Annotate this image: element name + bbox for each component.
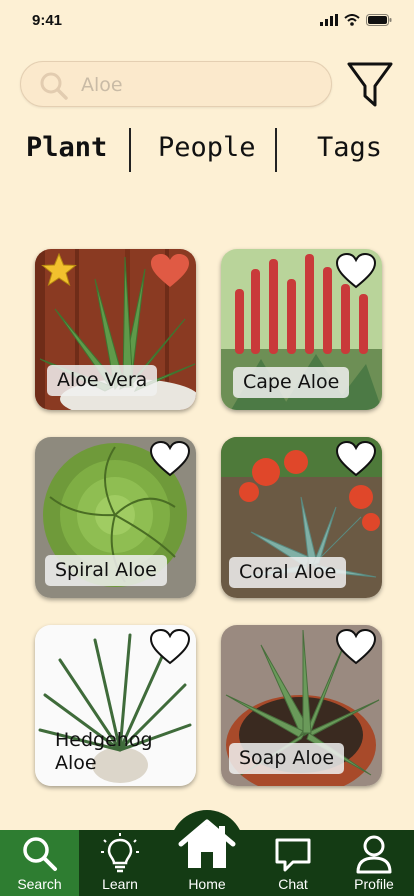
heart-icon-filled[interactable]: [150, 253, 190, 289]
wifi-icon: [344, 14, 360, 26]
search-input[interactable]: [81, 71, 321, 99]
heart-icon[interactable]: [336, 253, 376, 289]
tab-plant[interactable]: Plant: [26, 132, 107, 163]
tab-tags[interactable]: Tags: [317, 132, 382, 163]
nav-learn-label: Learn: [102, 876, 138, 892]
plant-card-cape-aloe[interactable]: Cape Aloe: [221, 249, 382, 410]
plant-card-soap-aloe[interactable]: Soap Aloe: [221, 625, 382, 786]
heart-icon[interactable]: [150, 629, 190, 665]
status-time: 9:41: [32, 12, 63, 29]
lightbulb-icon: [101, 833, 139, 873]
nav-learn[interactable]: Learn: [79, 830, 161, 896]
nav-search[interactable]: Search: [0, 830, 79, 896]
profile-icon: [356, 835, 392, 874]
plant-name: Soap Aloe: [229, 743, 345, 774]
plant-name: Spiral Aloe: [45, 555, 167, 586]
heart-icon[interactable]: [336, 629, 376, 665]
heart-icon[interactable]: [150, 441, 190, 477]
plant-name: Aloe Vera: [47, 365, 158, 396]
category-tabs: Plant People Tags: [0, 128, 414, 174]
search-icon: [40, 72, 68, 100]
nav-home[interactable]: Home: [166, 819, 248, 896]
search-bar[interactable]: [20, 61, 332, 107]
plant-name: Coral Aloe: [229, 557, 347, 588]
search-icon: [22, 837, 57, 871]
status-bar: 9:41: [0, 0, 414, 44]
tab-people[interactable]: People: [158, 132, 256, 163]
nav-search-label: Search: [17, 876, 62, 892]
home-icon: [178, 819, 236, 868]
filter-icon[interactable]: [346, 60, 394, 110]
plant-card-hedgehog-aloe[interactable]: Hedgehog Aloe: [35, 625, 196, 786]
chat-icon: [275, 838, 311, 872]
nav-profile[interactable]: Profile: [334, 830, 414, 896]
signal-icon: [320, 14, 338, 26]
nav-chat-label: Chat: [278, 876, 308, 892]
tab-divider: [275, 128, 277, 172]
plant-card-aloe-vera[interactable]: Aloe Vera: [35, 249, 196, 410]
plant-name: Cape Aloe: [233, 367, 350, 398]
nav-chat[interactable]: Chat: [252, 830, 334, 896]
star-icon[interactable]: [41, 253, 77, 287]
nav-profile-label: Profile: [354, 876, 394, 892]
plant-card-spiral-aloe[interactable]: Spiral Aloe: [35, 437, 196, 598]
status-icons: [320, 14, 392, 26]
battery-icon: [366, 14, 392, 26]
heart-icon[interactable]: [336, 441, 376, 477]
tab-divider: [129, 128, 131, 172]
plant-card-coral-aloe[interactable]: Coral Aloe: [221, 437, 382, 598]
nav-home-label: Home: [188, 876, 226, 892]
plant-name: Hedgehog Aloe: [55, 729, 153, 774]
